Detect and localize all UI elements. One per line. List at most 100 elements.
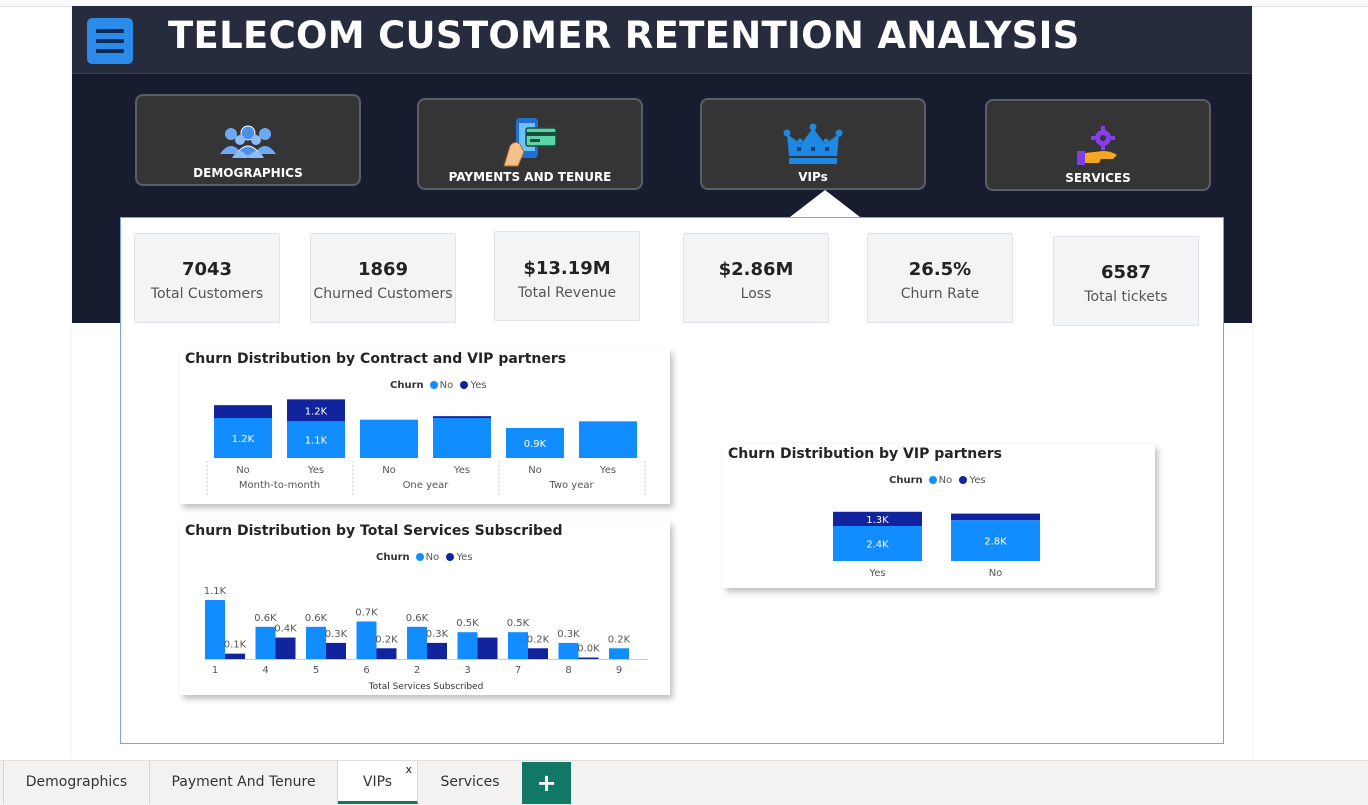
chart-plot: 1.2K No 1.1K 1.2K Yes No Yes 0.9K No Yes Month-to-… — [206, 399, 646, 495]
x-tick-label: No — [989, 568, 1003, 579]
x-tick-label: 7 — [515, 665, 521, 676]
kpi-label: Total tickets — [1084, 289, 1168, 305]
x-axis-title: Total Services Subscribed — [368, 682, 484, 692]
chart-plot: 1.1K0.1K10.6K0.4K40.6K0.3K50.7K0.2K60.6K… — [204, 586, 648, 692]
data-label-yes: 1.3K — [866, 515, 889, 526]
chart-plot: 2.4K 1.3K Yes 2.8K No — [833, 511, 1040, 579]
nav-card-vips[interactable]: VIPs — [700, 98, 926, 190]
nav-card-label: SERVICES — [1065, 171, 1131, 185]
chart-contract-vip: Churn Distribution by Contract and VIP p… — [180, 349, 670, 504]
kpi-card-churn-rate: 26.5% Churn Rate — [867, 233, 1013, 323]
bar-yes — [214, 405, 272, 418]
kpi-value: 7043 — [181, 259, 233, 280]
kpi-card-churned-customers: 1869 Churned Customers — [310, 233, 456, 323]
x-tick-label: No — [236, 465, 250, 476]
bar-no — [508, 632, 528, 659]
data-label-no: 0.6K — [254, 613, 277, 624]
data-label-no: 0.5K — [456, 618, 479, 629]
x-tick-label: 3 — [464, 665, 470, 676]
people-group-icon — [220, 125, 276, 158]
data-label-yes: 1.2K — [305, 406, 328, 417]
data-label-no: 0.2K — [608, 634, 631, 645]
active-nav-pointer — [790, 190, 860, 217]
data-label-no: 0.3K — [557, 629, 580, 640]
data-label-no: 2.8K — [984, 537, 1007, 548]
kpi-value: 1869 — [357, 259, 409, 280]
data-label-yes: 0.1K — [224, 640, 247, 651]
bar-yes — [427, 642, 447, 659]
kpi-card-total-tickets: 6587 Total tickets — [1053, 236, 1199, 326]
tab-label: Services — [440, 774, 500, 790]
tab-demographics[interactable]: Demographics — [3, 761, 150, 804]
tab-label: Payment And Tenure — [171, 774, 316, 790]
bar-no — [255, 626, 276, 659]
nav-card-label: PAYMENTS AND TENURE — [448, 170, 612, 184]
chart-total-services: Churn Distribution by Total Services Sub… — [180, 521, 670, 695]
nav-card-services[interactable]: SERVICES — [985, 99, 1211, 191]
x-group-label: Month-to-month — [239, 480, 320, 491]
bar-no — [579, 421, 637, 458]
bar-no — [356, 621, 377, 659]
x-group-label: One year — [403, 480, 450, 491]
bar-no — [558, 642, 579, 659]
nav-card-demographics[interactable]: DEMOGRAPHICS — [135, 94, 361, 186]
bar-no — [205, 600, 225, 659]
menu-line — [96, 49, 124, 53]
x-tick-label: Yes — [868, 568, 885, 579]
kpi-value: 26.5% — [908, 259, 972, 280]
bar-yes — [326, 642, 346, 659]
nav-card-label: VIPs — [798, 170, 828, 184]
nav-card-payments-and-tenure[interactable]: PAYMENTS AND TENURE — [417, 98, 643, 190]
tab-payment-and-tenure[interactable]: Payment And Tenure — [150, 761, 338, 804]
kpi-value: $13.19M — [523, 258, 611, 279]
tab-label: Demographics — [25, 774, 128, 790]
data-label-yes: 0.0K — [577, 644, 600, 655]
bar-yes — [951, 513, 1040, 521]
kpi-card-total-revenue: $13.19M Total Revenue — [494, 231, 640, 321]
data-label-yes: 0.2K — [527, 634, 550, 645]
bar-yes — [528, 648, 548, 659]
x-tick-label: 2 — [414, 665, 420, 676]
bar-yes — [376, 648, 397, 659]
x-tick-label: Yes — [453, 465, 470, 476]
nav-card-label: DEMOGRAPHICS — [193, 166, 303, 180]
phone-payment-icon — [503, 118, 557, 167]
x-tick-label: No — [382, 465, 396, 476]
kpi-value: 6587 — [1100, 262, 1152, 283]
hamburger-menu-button[interactable] — [87, 18, 133, 64]
tab-services[interactable]: Services — [418, 761, 522, 804]
data-label-yes: 0.3K — [426, 629, 449, 640]
data-label-no: 1.2K — [232, 434, 255, 445]
tab-label: VIPs — [362, 774, 393, 790]
bar-no — [609, 648, 629, 659]
page-title: TELECOM CUSTOMER RETENTION ANALYSIS — [168, 14, 1080, 57]
x-tick-label: 5 — [313, 665, 319, 676]
bar-yes — [578, 657, 599, 659]
tab-close-icon[interactable]: x — [405, 763, 412, 777]
menu-line — [96, 39, 124, 43]
bar-yes — [477, 637, 498, 659]
service-hand-gear-icon — [1077, 126, 1117, 165]
kpi-label: Total Revenue — [517, 285, 617, 301]
data-label-no: 1.1K — [305, 436, 328, 447]
data-label-no: 2.4K — [866, 540, 889, 551]
data-label-no: 0.6K — [406, 613, 429, 624]
kpi-label: Total Customers — [150, 286, 264, 302]
kpi-label: Churned Customers — [313, 286, 453, 302]
bar-no — [306, 626, 326, 659]
bar-no — [407, 626, 427, 659]
x-tick-label: No — [528, 465, 542, 476]
data-label-yes: 0.4K — [274, 624, 297, 635]
chart-vip-partners: Churn Distribution by VIP partners Churn… — [723, 444, 1155, 588]
x-group-label: Two year — [548, 480, 594, 491]
add-page-button[interactable]: + — [522, 762, 571, 804]
kpi-value: $2.86M — [718, 259, 794, 280]
data-label-no: 0.5K — [507, 618, 530, 629]
bar-no — [433, 418, 491, 458]
bar-yes — [275, 637, 296, 659]
crown-icon — [783, 123, 843, 164]
bar-no — [457, 632, 478, 659]
x-tick-label: 1 — [212, 665, 218, 676]
data-label-no: 0.9K — [524, 439, 547, 450]
tab-vips[interactable]: VIPs x — [338, 761, 418, 804]
